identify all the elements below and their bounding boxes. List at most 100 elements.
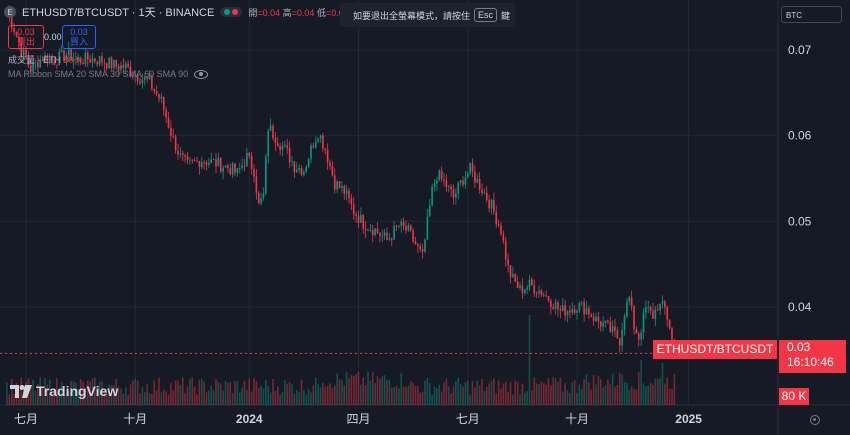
volume-bar: [262, 388, 265, 405]
candle-body: [167, 117, 170, 128]
volume-bar: [400, 373, 403, 405]
candle-body: [493, 199, 495, 212]
candle-body: [174, 136, 177, 151]
volume-bar: [417, 385, 419, 405]
candle-body: [554, 302, 557, 309]
candle-body: [402, 221, 405, 227]
settings-gear-icon[interactable]: [810, 415, 820, 425]
symbol-title[interactable]: ETHUSDT/BTCUSDT · 1天 · BINANCE: [22, 4, 214, 20]
volume-bar: [438, 384, 441, 405]
candle-body: [105, 63, 108, 69]
candle-body: [607, 320, 609, 322]
volume-bar: [424, 380, 426, 405]
volume-bar: [637, 372, 640, 405]
open-value: =0.04: [257, 7, 281, 18]
candle-body: [671, 328, 673, 340]
candle-body: [193, 160, 196, 162]
currency-selector[interactable]: BTC: [781, 6, 842, 23]
candle-body: [462, 180, 464, 185]
candle-body: [550, 300, 552, 308]
spread-value: 0.00: [44, 32, 62, 42]
buy-button[interactable]: 0.03 買入: [62, 25, 96, 49]
candle-body: [300, 167, 303, 175]
volume-bar: [222, 390, 224, 405]
candle-body: [390, 238, 393, 240]
price-chart[interactable]: 0.07 0.06 0.05 0.04 七月 十月 2024 四月 七月 十月 2025: [0, 0, 850, 435]
symbol-icon[interactable]: E: [4, 6, 16, 18]
volume-bar: [331, 387, 334, 405]
volume-bar: [243, 380, 246, 405]
candle-body: [257, 192, 260, 204]
volume-bar: [576, 393, 578, 405]
ma-ribbon-legend[interactable]: MA Ribbon SMA 20 SMA 30 SMA 60 SMA 90: [8, 69, 209, 79]
volume-bar: [255, 381, 258, 405]
candle-body: [640, 332, 642, 340]
candle-body: [227, 165, 229, 169]
candle-body: [547, 295, 550, 301]
volume-bar: [348, 378, 350, 405]
volume-bar: [656, 379, 659, 405]
candle-body: [523, 289, 526, 294]
market-open-dot: [224, 9, 231, 15]
status-dots[interactable]: [220, 7, 243, 17]
candle-body: [219, 157, 222, 172]
candle-body: [483, 192, 486, 194]
sell-button[interactable]: 0.03 賣出: [8, 25, 44, 49]
volume-bar: [172, 390, 175, 405]
candle-body: [452, 189, 455, 198]
tradingview-logo-icon: [10, 384, 32, 398]
candle-body: [649, 307, 652, 311]
volume-bar: [630, 386, 633, 405]
volume-bar: [519, 394, 521, 405]
volume-bar: [542, 383, 545, 405]
volume-bar: [602, 387, 604, 405]
candle-body: [108, 57, 110, 69]
volume-legend[interactable]: 成交量 · ETH 80 K: [8, 53, 82, 66]
eye-icon[interactable]: [194, 69, 209, 79]
volume-bar: [531, 390, 533, 405]
candle-body: [350, 198, 353, 205]
candle-body: [217, 157, 220, 167]
volume-bar: [127, 394, 129, 405]
volume-bar: [248, 378, 251, 405]
candle-body: [490, 199, 493, 209]
volume-bar: [238, 392, 241, 405]
tradingview-logo[interactable]: TradingView: [10, 383, 118, 399]
volume-bar: [376, 376, 379, 405]
last-price-symbol-tag: ETHUSDT/BTCUSDT: [653, 340, 777, 359]
volume-bar: [476, 380, 479, 405]
candle-body: [279, 145, 281, 150]
volume-bar: [300, 379, 303, 405]
candle-body: [364, 228, 367, 231]
candle-body: [664, 301, 666, 308]
volume-bar: [236, 381, 239, 405]
volume-bar: [205, 392, 208, 405]
volume-bar: [447, 386, 450, 405]
bar-countdown: 16:10:46: [787, 355, 834, 369]
volume-bar: [219, 383, 222, 405]
candle-body: [668, 319, 671, 329]
low-label: 低: [316, 7, 326, 18]
candle-body: [231, 163, 234, 175]
candle-body: [345, 190, 348, 194]
candle-body: [124, 63, 127, 69]
candle-body: [269, 125, 272, 131]
candle-body: [60, 50, 63, 52]
candle-body: [291, 161, 293, 163]
candle-body: [236, 168, 239, 173]
candle-body: [500, 225, 502, 235]
volume-bar: [162, 389, 165, 405]
volume-bar: [495, 393, 498, 405]
candle-body: [485, 192, 488, 200]
volume-bar: [338, 379, 341, 405]
candle-body: [659, 303, 661, 311]
volume-bar: [174, 380, 177, 405]
candle-body: [362, 214, 365, 229]
candle-body: [355, 214, 357, 217]
last-price-tag: 0.03 16:10:46: [779, 340, 846, 373]
candle-body: [569, 310, 571, 313]
volume-bar: [654, 378, 657, 405]
volume-bar: [412, 383, 414, 405]
candle-body: [481, 189, 483, 193]
candle-body: [604, 320, 607, 323]
